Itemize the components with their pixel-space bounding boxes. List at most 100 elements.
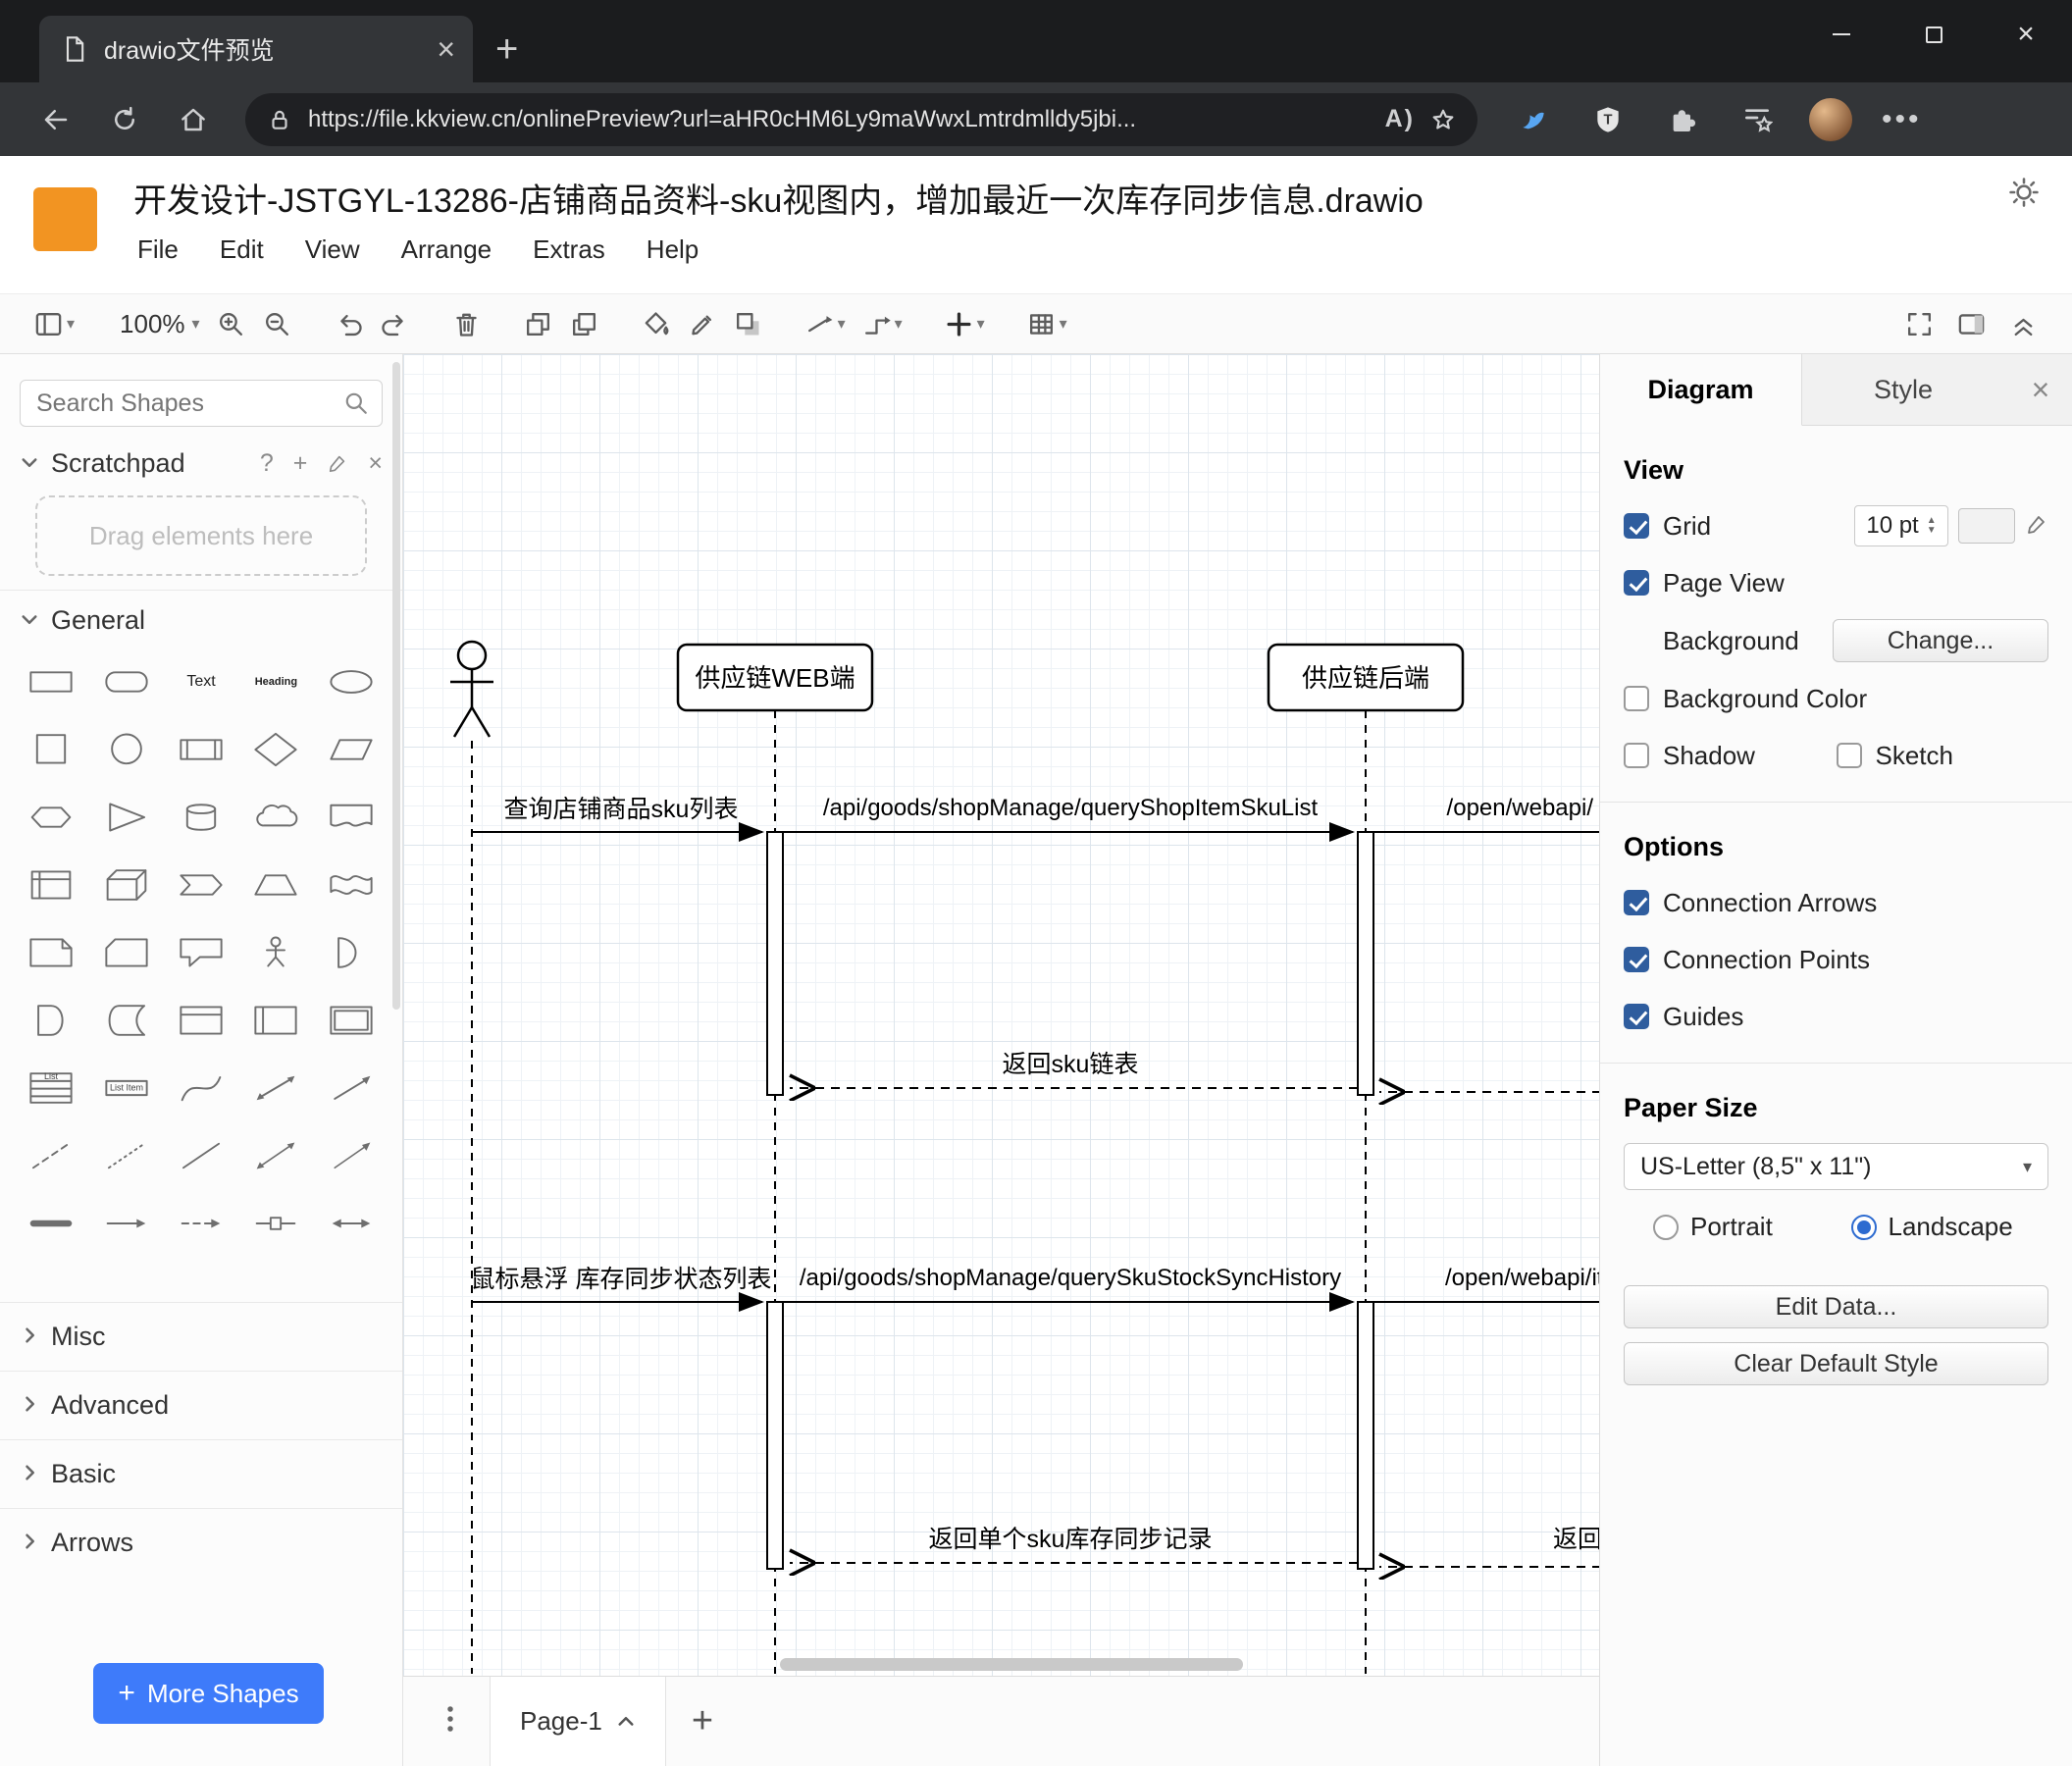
menu-arrange[interactable]: Arrange	[401, 234, 492, 265]
menu-file[interactable]: File	[137, 234, 179, 265]
section-general[interactable]: General	[0, 590, 402, 650]
shape-text[interactable]: Text	[164, 650, 238, 713]
tab-diagram[interactable]: Diagram	[1600, 354, 1802, 426]
shape-callout[interactable]	[164, 921, 238, 984]
activation-web-1[interactable]	[766, 831, 784, 1096]
theme-toggle-button[interactable]	[2007, 176, 2041, 214]
table-dropdown[interactable]: ▾	[1018, 305, 1075, 343]
fullscreen-button[interactable]	[1896, 305, 1942, 343]
browser-menu-icon[interactable]: •••	[1882, 103, 1922, 136]
portrait-radio[interactable]	[1653, 1214, 1679, 1240]
back-button[interactable]	[33, 97, 78, 142]
shape-card[interactable]	[88, 921, 163, 984]
to-back-button[interactable]	[561, 305, 607, 343]
extensions-puzzle-icon[interactable]	[1660, 97, 1705, 142]
participant-backend[interactable]: 供应链后端	[1267, 643, 1465, 712]
shape-hexagon[interactable]	[14, 786, 88, 849]
shape-cloud[interactable]	[238, 786, 313, 849]
shape-double-container[interactable]	[314, 989, 388, 1052]
shape-data-storage[interactable]	[88, 989, 163, 1052]
shape-parallelogram[interactable]	[314, 718, 388, 781]
shadow-button[interactable]	[725, 305, 771, 343]
scratchpad-add-icon[interactable]: +	[293, 449, 308, 478]
shape-and[interactable]	[14, 989, 88, 1052]
pages-menu-icon[interactable]	[439, 1704, 462, 1739]
search-shapes-input[interactable]	[20, 380, 383, 427]
shape-ellipse[interactable]	[314, 650, 388, 713]
url-text[interactable]: https://file.kkview.cn/onlinePreview?url…	[308, 106, 1370, 133]
canvas-horizontal-scrollbar[interactable]	[780, 1658, 1243, 1671]
section-advanced[interactable]: Advanced	[0, 1371, 402, 1439]
shape-dotted-line[interactable]	[88, 1124, 163, 1187]
scratchpad-help-icon[interactable]: ?	[260, 449, 274, 478]
shape-directional-connector[interactable]	[314, 1124, 388, 1187]
shape-square[interactable]	[14, 718, 88, 781]
shape-arrow[interactable]	[314, 1057, 388, 1119]
connection-points-checkbox[interactable]	[1624, 947, 1649, 972]
shield-extension-icon[interactable]: T	[1585, 97, 1631, 142]
menu-edit[interactable]: Edit	[220, 234, 264, 265]
tab-style[interactable]: Style	[1802, 354, 2004, 425]
edit-data-button[interactable]: Edit Data...	[1624, 1285, 2048, 1328]
shape-diamond[interactable]	[238, 718, 313, 781]
activation-backend-2[interactable]	[1357, 1301, 1374, 1570]
scratchpad-close-icon[interactable]: ×	[368, 449, 383, 478]
return-sku-list[interactable]: 返回sku链表	[790, 1051, 1358, 1088]
sketch-checkbox[interactable]	[1836, 743, 1862, 768]
line-color-button[interactable]	[679, 305, 725, 343]
actor-figure[interactable]	[450, 640, 493, 738]
grid-color-edit-icon[interactable]	[2025, 512, 2048, 541]
shape-note[interactable]	[14, 921, 88, 984]
bird-extension-icon[interactable]	[1511, 97, 1556, 142]
shape-or[interactable]	[314, 921, 388, 984]
insert-dropdown[interactable]: ▾	[936, 305, 993, 343]
shape-list[interactable]: List	[14, 1057, 88, 1119]
shape-rectangle[interactable]	[14, 650, 88, 713]
message-open-webapi-item[interactable]: /open/webapi/item	[1374, 1265, 1599, 1303]
shape-link[interactable]	[14, 1192, 88, 1255]
landscape-option[interactable]: Landscape	[1850, 1212, 2049, 1242]
page-view-checkbox[interactable]	[1624, 570, 1649, 596]
zoom-dropdown[interactable]: 100% ▾	[108, 305, 208, 343]
connection-arrows-checkbox[interactable]	[1624, 890, 1649, 915]
shape-cube[interactable]	[88, 854, 163, 916]
redo-button[interactable]	[372, 305, 418, 343]
zoom-in-button[interactable]	[208, 305, 254, 343]
shape-rounded-rectangle[interactable]	[88, 650, 163, 713]
section-misc[interactable]: Misc	[0, 1302, 402, 1371]
shadow-checkbox[interactable]	[1624, 743, 1649, 768]
connection-style-dropdown[interactable]: ▾	[797, 305, 854, 343]
participant-web[interactable]: 供应链WEB端	[676, 643, 874, 712]
panel-close-icon[interactable]: ×	[2009, 354, 2072, 425]
delete-button[interactable]	[443, 305, 490, 343]
message-hover-stock-sync[interactable]: 鼠标悬浮 库存同步状态列表	[471, 1266, 772, 1312]
tab-close-icon[interactable]: ×	[437, 33, 455, 65]
change-background-button[interactable]: Change...	[1833, 619, 2048, 662]
sequence-diagram[interactable]: 供应链WEB端 供应链后端 查询店铺商品sku列表 /api/goods/sho…	[403, 354, 1599, 1676]
message-open-webapi[interactable]: /open/webapi/	[1374, 795, 1599, 833]
window-minimize-button[interactable]	[1795, 0, 1888, 69]
more-shapes-button[interactable]: + More Shapes	[93, 1663, 324, 1724]
scratchpad-header[interactable]: Scratchpad ? + ×	[0, 433, 402, 493]
message-query-sku-list[interactable]: 查询店铺商品sku列表	[472, 796, 764, 842]
shape-step[interactable]	[164, 854, 238, 916]
shape-cylinder[interactable]	[164, 786, 238, 849]
read-aloud-icon[interactable]: A)	[1385, 105, 1415, 133]
page-tab-1[interactable]: Page-1	[490, 1677, 666, 1766]
shape-actor[interactable]	[238, 921, 313, 984]
shape-list-item[interactable]: List Item	[88, 1057, 163, 1119]
fill-color-button[interactable]	[633, 305, 679, 343]
shape-dashed-arrow-right[interactable]	[164, 1192, 238, 1255]
return-into-backend-2[interactable]: 返回	[1379, 1526, 1599, 1567]
home-button[interactable]	[171, 97, 216, 142]
new-tab-button[interactable]: +	[495, 29, 518, 69]
shape-container[interactable]	[164, 989, 238, 1052]
collapse-toolbar-button[interactable]	[2000, 305, 2046, 343]
refresh-button[interactable]	[102, 97, 147, 142]
shape-line[interactable]	[164, 1124, 238, 1187]
scratchpad-edit-icon[interactable]	[327, 452, 348, 474]
view-dropdown[interactable]: ▾	[26, 305, 82, 343]
format-panel-toggle-button[interactable]	[1948, 305, 1994, 343]
section-basic[interactable]: Basic	[0, 1439, 402, 1508]
collections-icon[interactable]	[1735, 97, 1780, 142]
